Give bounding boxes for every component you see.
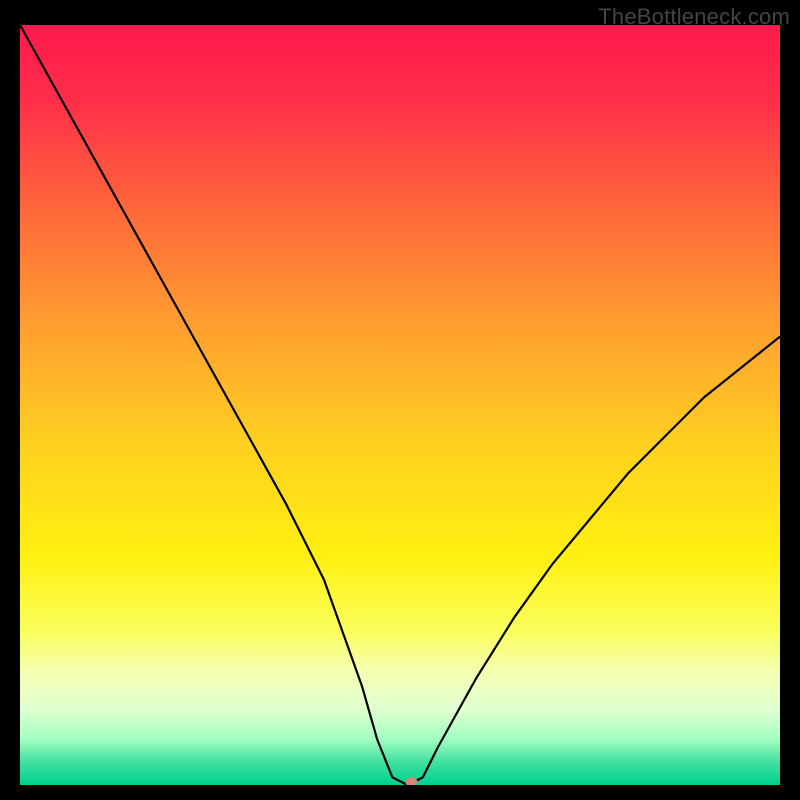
plot-area <box>20 25 780 785</box>
chart-background <box>20 25 780 785</box>
chart-container: TheBottleneck.com <box>0 0 800 800</box>
watermark-text: TheBottleneck.com <box>598 4 790 30</box>
chart-svg <box>20 25 780 785</box>
